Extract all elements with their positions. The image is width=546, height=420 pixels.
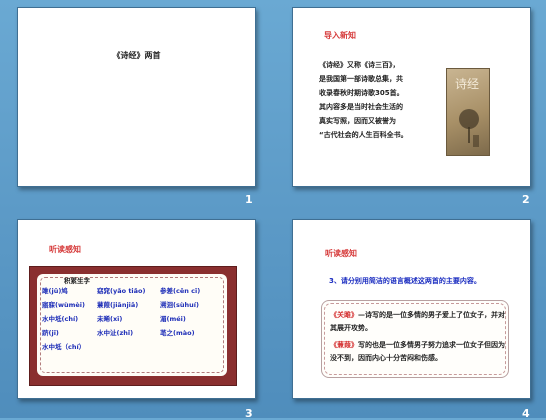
body-line: 收录春秋时期诗歌305首。 — [319, 89, 404, 97]
vocab-grid: 雎(jū)鸠 窈窕(yǎo tiǎo) 参差(cēn cī) 寤寐(wùmèi)… — [42, 285, 222, 355]
slide-body-text: 《诗经》又称《诗三百》， 是我国第一部诗歌总集，共 收录春秋时期诗歌305首。 … — [319, 58, 445, 142]
vocab-item: 雎(jū)鸠 — [42, 287, 68, 295]
vocab-item: 参差(cēn cī) — [160, 287, 201, 295]
slide-number: 1 — [245, 193, 253, 206]
vocab-item: 芼之(mào) — [160, 329, 195, 337]
vocab-title: 积累生字 — [64, 277, 90, 285]
slide-thumbnail-2[interactable]: 导入新知 《诗经》又称《诗三百》， 是我国第一部诗歌总集，共 收录春秋时期诗歌3… — [292, 7, 531, 187]
vocab-item: 溯洄(sùhuí) — [160, 301, 199, 309]
vocab-item: 窈窕(yǎo tiǎo) — [97, 287, 146, 295]
answer-scroll: 《关雎》—诗写的是一位多情的男子爱上了位女子，并对其展开攻势。 《蒹葭》写的也是… — [321, 300, 509, 378]
vocab-item: 未晞(xī) — [97, 315, 123, 323]
answer-title: 《蒹葭》 — [330, 341, 358, 349]
question-text: 3、请分别用简洁的语言概述这两首的主要内容。 — [329, 277, 481, 285]
slide-thumbnail-3[interactable]: 听读感知 积累生字 雎(jū)鸠 窈窕(yǎo tiǎo) 参差(cēn cī)… — [17, 219, 256, 399]
vocab-row: 水中坻（chí） — [42, 341, 222, 355]
body-line: 是我国第一部诗歌总集，共 — [319, 75, 403, 83]
slide-heading: 导入新知 — [324, 31, 356, 40]
answer-title: 《关雎》 — [330, 311, 358, 319]
slide-number: 3 — [245, 407, 253, 420]
book-title: 诗经 — [455, 77, 480, 91]
vocab-row: 水中坻(chí) 未晞(xī) 湄(méi) — [42, 313, 222, 327]
slide-heading: 听读感知 — [325, 249, 357, 258]
slide-thumbnail-4[interactable]: 听读感知 3、请分别用简洁的语言概述这两首的主要内容。 《关雎》—诗写的是一位多… — [292, 219, 531, 399]
body-line: “古代社会的人生百科全书。 — [319, 131, 408, 139]
vocab-panel: 积累生字 雎(jū)鸠 窈窕(yǎo tiǎo) 参差(cēn cī) 寤寐(w… — [37, 274, 227, 376]
book-cover-image: 诗经 — [446, 68, 490, 156]
vocab-row: 寤寐(wùmèi) 蒹葭(jiānjiā) 溯洄(sùhuí) — [42, 299, 222, 313]
body-line: 真实写照，因而又被誉为 — [319, 117, 396, 125]
slide-number: 4 — [522, 407, 530, 420]
slide-heading: 听读感知 — [49, 245, 81, 254]
vocab-item: 湄(méi) — [160, 315, 186, 323]
vocab-item: 跻(jī) — [42, 329, 59, 337]
figure-illustration — [473, 135, 479, 147]
slide-number: 2 — [522, 193, 530, 206]
vocab-item: 水中坻(chí) — [42, 315, 79, 323]
vocab-item: 水中坻（chí） — [42, 343, 86, 351]
body-line: 其内容多是当时社会生活的 — [319, 103, 403, 111]
slide-thumbnail-1[interactable]: 《诗经》两首 — [17, 7, 256, 187]
tree-trunk — [468, 127, 470, 143]
vocab-row: 跻(jī) 水中沚(zhǐ) 芼之(mào) — [42, 327, 222, 341]
vocab-item: 寤寐(wùmèi) — [42, 301, 85, 309]
vocab-item: 水中沚(zhǐ) — [97, 329, 134, 337]
tree-illustration — [459, 109, 479, 129]
vocab-frame: 积累生字 雎(jū)鸠 窈窕(yǎo tiǎo) 参差(cēn cī) 寤寐(w… — [29, 266, 237, 386]
body-line: 《诗经》又称《诗三百》， — [319, 61, 400, 69]
answer-text: 《关雎》—诗写的是一位多情的男子爱上了位女子，并对其展开攻势。 《蒹葭》写的也是… — [330, 309, 506, 365]
vocab-row: 雎(jū)鸠 窈窕(yǎo tiǎo) 参差(cēn cī) — [42, 285, 222, 299]
vocab-item: 蒹葭(jiānjiā) — [97, 301, 139, 309]
slide-title: 《诗经》两首 — [112, 51, 161, 60]
